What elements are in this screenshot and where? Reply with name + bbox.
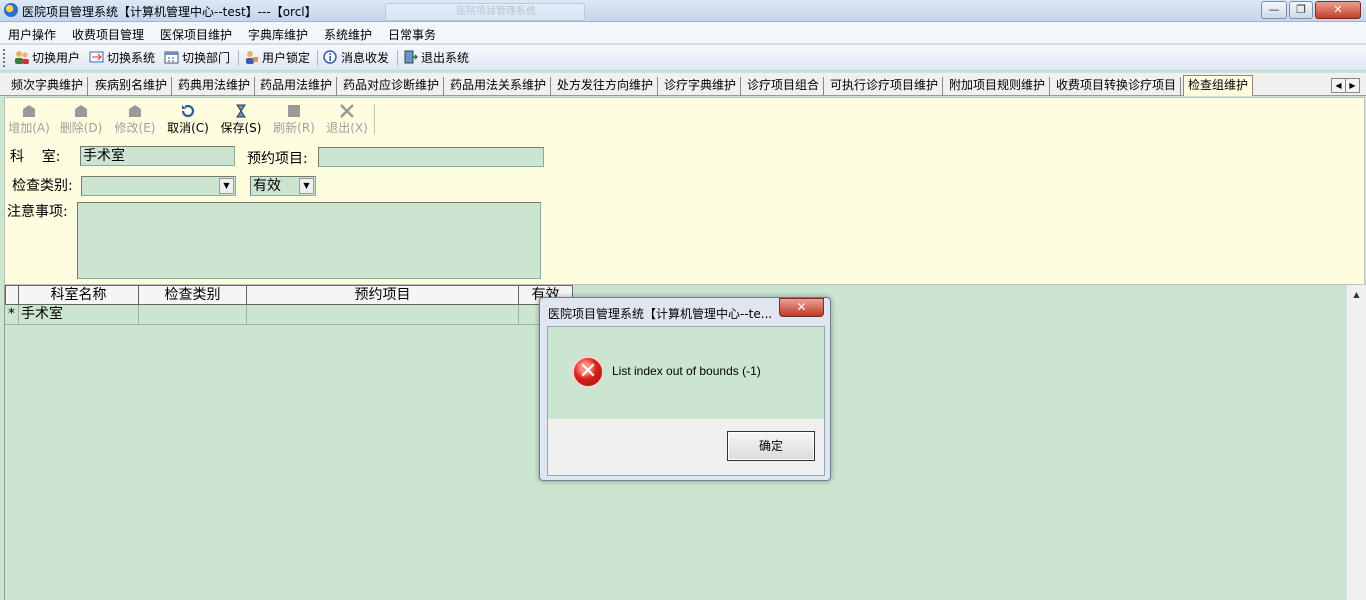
- switch-system-button[interactable]: 切换系统: [89, 49, 155, 67]
- tab-scroll-arrows: ◀ ▶: [1331, 77, 1360, 93]
- chevron-down-icon[interactable]: ▼: [219, 178, 234, 194]
- table-cell[interactable]: 手术室: [19, 305, 139, 325]
- tab-drug-usage-relation[interactable]: 药品用法关系维护: [446, 77, 552, 96]
- dialog-title: 医院项目管理系统【计算机管理中心--te...: [548, 307, 773, 321]
- cancel-button[interactable]: 取消(C): [165, 102, 211, 138]
- calendar-icon: [164, 51, 179, 64]
- edit-button[interactable]: 修改(E): [112, 102, 158, 138]
- exam-category-label: 检查类别:: [12, 178, 73, 194]
- save-button[interactable]: 保存(S): [218, 102, 264, 138]
- toolbar-grip[interactable]: [3, 49, 6, 67]
- tab-prescription-direction[interactable]: 处方发往方向维护: [553, 77, 659, 96]
- tab-treatment-dict[interactable]: 诊疗字典维护: [660, 77, 742, 96]
- toolbar-separator: [397, 50, 398, 66]
- switch-department-button[interactable]: 切换部门: [164, 49, 230, 67]
- main-toolbar: 切换用户 切换系统 切换部门 用户锁定 消息收发 退出系统: [0, 45, 1366, 71]
- tab-charge-to-treatment[interactable]: 收费项目转换诊疗项目: [1052, 77, 1182, 96]
- dept-field[interactable]: 手术室: [80, 146, 235, 166]
- tab-pharmacopoeia-usage[interactable]: 药典用法维护: [174, 77, 256, 96]
- user-lock-button[interactable]: 用户锁定: [244, 49, 310, 67]
- dialog-message: List index out of bounds (-1): [612, 364, 761, 378]
- delete-icon: [75, 105, 87, 117]
- appointment-item-field[interactable]: [318, 147, 544, 167]
- switch-user-button[interactable]: 切换用户: [14, 49, 80, 67]
- vertical-scrollbar[interactable]: ▲: [1346, 285, 1366, 600]
- status-select[interactable]: 有效 ▼: [250, 176, 316, 196]
- dialog-message-area: ✕ List index out of bounds (-1): [548, 327, 824, 419]
- menu-dictionary[interactable]: 字典库维护: [248, 26, 308, 43]
- add-icon: [23, 105, 35, 117]
- error-icon: ✕: [572, 356, 604, 388]
- toolbar-separator: [238, 50, 239, 66]
- tab-exam-group[interactable]: 检查组维护: [1183, 75, 1254, 96]
- dept-label: 科 室:: [10, 149, 61, 165]
- app-logo-icon: [4, 3, 18, 17]
- dialog-body: ✕ List index out of bounds (-1) 确定: [547, 326, 825, 476]
- menu-system[interactable]: 系统维护: [324, 26, 372, 43]
- form-panel: 增加(A) 删除(D) 修改(E) 取消(C) 保存(S) 刷新(R) 退出(X…: [4, 97, 1365, 285]
- close-x-icon: [340, 104, 354, 118]
- col-appointment-item[interactable]: 预约项目: [247, 285, 519, 305]
- refresh-button[interactable]: 刷新(R): [271, 102, 317, 138]
- scroll-up-icon[interactable]: ▲: [1347, 290, 1366, 299]
- error-dialog: 医院项目管理系统【计算机管理中心--te... ✕ ✕ List index o…: [539, 297, 831, 481]
- tab-drug-usage[interactable]: 药品用法维护: [256, 77, 338, 96]
- undo-icon: [181, 104, 195, 118]
- close-window-button[interactable]: ✕: [1315, 1, 1361, 19]
- ok-button[interactable]: 确定: [727, 431, 815, 461]
- chevron-down-icon[interactable]: ▼: [299, 178, 314, 194]
- maximize-button[interactable]: ❐: [1289, 1, 1313, 19]
- appointment-item-label: 预约项目:: [247, 151, 308, 167]
- hourglass-icon: [236, 104, 246, 118]
- tab-scroll-right-icon[interactable]: ▶: [1345, 78, 1360, 93]
- tab-drug-diagnosis[interactable]: 药品对应诊断维护: [339, 77, 445, 96]
- tab-additional-rules[interactable]: 附加项目规则维护: [945, 77, 1051, 96]
- table-cell[interactable]: [139, 305, 247, 325]
- tab-strip: 频次字典维护 疾病别名维护 药典用法维护 药品用法维护 药品对应诊断维护 药品用…: [0, 73, 1366, 96]
- switch-system-icon: [89, 51, 104, 63]
- messages-button[interactable]: 消息收发: [323, 49, 389, 67]
- form-toolbar-separator: [374, 104, 375, 134]
- menu-charge-items[interactable]: 收费项目管理: [72, 26, 144, 43]
- menu-daily[interactable]: 日常事务: [388, 26, 436, 43]
- col-dept-name[interactable]: 科室名称: [19, 285, 139, 305]
- col-exam-category[interactable]: 检查类别: [139, 285, 247, 305]
- toolbar-separator: [317, 50, 318, 66]
- row-marker: *: [5, 305, 19, 325]
- menu-bar: 用户操作 收费项目管理 医保项目维护 字典库维护 系统维护 日常事务: [0, 22, 1366, 44]
- tab-frequency-dict[interactable]: 频次字典维护: [7, 77, 89, 96]
- users-icon: [15, 51, 29, 64]
- refresh-icon: [288, 105, 300, 117]
- tab-disease-alias[interactable]: 疾病别名维护: [91, 77, 173, 96]
- edit-icon: [129, 105, 141, 117]
- add-button[interactable]: 增加(A): [6, 102, 52, 138]
- notes-textarea[interactable]: [77, 202, 541, 279]
- exit-door-icon: [404, 50, 418, 64]
- tab-executable-treatment[interactable]: 可执行诊疗项目维护: [826, 77, 944, 96]
- window-title: 医院项目管理系统【计算机管理中心--test】---【orcl】: [22, 5, 317, 19]
- tab-treatment-combo[interactable]: 诊疗项目组合: [743, 77, 825, 96]
- user-lock-icon: [246, 51, 258, 64]
- table-cell[interactable]: [247, 305, 519, 325]
- delete-button[interactable]: 删除(D): [58, 102, 104, 138]
- info-icon: [323, 50, 337, 64]
- menu-insurance-items[interactable]: 医保项目维护: [160, 26, 232, 43]
- dialog-close-button[interactable]: ✕: [779, 298, 824, 317]
- menu-user-ops[interactable]: 用户操作: [8, 26, 56, 43]
- background-window-ghost: 医院项目管理系统: [385, 3, 585, 21]
- minimize-button[interactable]: —: [1261, 1, 1287, 19]
- row-indicator-header: [5, 285, 19, 305]
- exit-system-button[interactable]: 退出系统: [403, 49, 469, 67]
- notes-label: 注意事项:: [7, 204, 68, 220]
- title-bar: 医院项目管理系统【计算机管理中心--test】---【orcl】 医院项目管理系…: [0, 0, 1366, 22]
- tab-scroll-left-icon[interactable]: ◀: [1331, 78, 1346, 93]
- exit-button[interactable]: 退出(X): [324, 102, 370, 138]
- exam-category-select[interactable]: ▼: [81, 176, 236, 196]
